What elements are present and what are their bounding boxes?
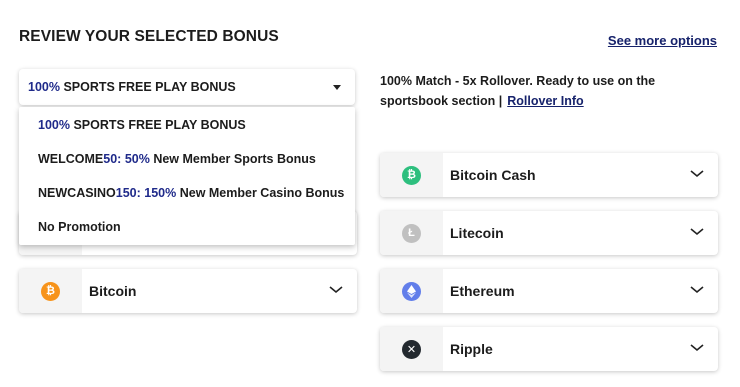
payment-card-ripple[interactable]: ✕ Ripple bbox=[380, 327, 718, 371]
ethereum-icon bbox=[402, 281, 421, 301]
payment-card-ethereum[interactable]: Ethereum bbox=[380, 269, 718, 313]
payment-icon-cell: ✕ bbox=[380, 327, 443, 371]
option-label: SPORTS FREE PLAY BONUS bbox=[69, 118, 246, 132]
option-label: New Member Sports Bonus bbox=[149, 152, 316, 166]
payment-name: Litecoin bbox=[450, 225, 504, 241]
chevron-down-icon bbox=[690, 170, 704, 178]
rollover-info-link[interactable]: Rollover Info bbox=[507, 94, 583, 108]
payment-card-litecoin[interactable]: Ł Litecoin bbox=[380, 211, 718, 255]
option-code: WELCOME bbox=[38, 152, 104, 166]
bitcoin-icon: ₿ bbox=[41, 281, 60, 301]
litecoin-icon: Ł bbox=[402, 223, 421, 243]
bonus-select-value: 100% SPORTS FREE PLAY BONUS bbox=[28, 80, 236, 94]
payment-icon-cell: ₿ bbox=[19, 269, 82, 313]
dropdown-option-newcasino150[interactable]: NEWCASINO150: 150% New Member Casino Bon… bbox=[38, 186, 344, 200]
dropdown-option-no-promotion[interactable]: No Promotion bbox=[38, 220, 121, 234]
bonus-description: 100% Match - 5x Rollover. Ready to use o… bbox=[380, 71, 680, 111]
chevron-down-icon bbox=[690, 286, 704, 294]
option-highlight: 50: 50% bbox=[103, 152, 150, 166]
payment-name: Ripple bbox=[450, 341, 493, 357]
option-highlight: 150: 150% bbox=[115, 186, 177, 200]
option-code: NEWCASINO bbox=[38, 186, 116, 200]
ripple-icon: ✕ bbox=[402, 339, 421, 359]
payment-card-bitcoin-cash[interactable]: ₿ Bitcoin Cash bbox=[380, 153, 718, 197]
option-highlight: 100% bbox=[38, 118, 70, 132]
payment-name: Bitcoin bbox=[89, 283, 137, 299]
chevron-down-icon bbox=[329, 286, 343, 294]
payment-icon-cell: ₿ bbox=[380, 153, 443, 197]
option-label: No Promotion bbox=[38, 220, 121, 234]
payment-card-bitcoin[interactable]: ₿ Bitcoin bbox=[19, 269, 357, 313]
dropdown-option-sports-free-play[interactable]: 100% SPORTS FREE PLAY BONUS bbox=[38, 118, 246, 132]
payment-icon-cell bbox=[380, 269, 443, 313]
description-line-2: sportsbook section | bbox=[380, 94, 503, 108]
chevron-down-icon bbox=[690, 344, 704, 352]
payment-icon-cell: Ł bbox=[380, 211, 443, 255]
description-line-1: 100% Match - 5x Rollover. Ready to use o… bbox=[380, 74, 656, 88]
option-label: New Member Casino Bonus bbox=[176, 186, 345, 200]
page-title: REVIEW YOUR SELECTED BONUS bbox=[19, 28, 279, 45]
chevron-down-icon bbox=[690, 228, 704, 236]
caret-down-icon bbox=[333, 84, 341, 90]
payment-name: Ethereum bbox=[450, 283, 515, 299]
bonus-select-label: SPORTS FREE PLAY BONUS bbox=[59, 80, 236, 94]
payment-name: Bitcoin Cash bbox=[450, 167, 536, 183]
bonus-select-highlight: 100% bbox=[28, 80, 60, 94]
bonus-select[interactable]: 100% SPORTS FREE PLAY BONUS bbox=[19, 69, 355, 105]
bonus-dropdown-menu: 100% SPORTS FREE PLAY BONUS WELCOME50: 5… bbox=[19, 107, 355, 245]
dropdown-option-welcome50[interactable]: WELCOME50: 50% New Member Sports Bonus bbox=[38, 152, 316, 166]
see-more-options-link[interactable]: See more options bbox=[608, 33, 717, 48]
bitcoin-cash-icon: ₿ bbox=[402, 165, 421, 185]
